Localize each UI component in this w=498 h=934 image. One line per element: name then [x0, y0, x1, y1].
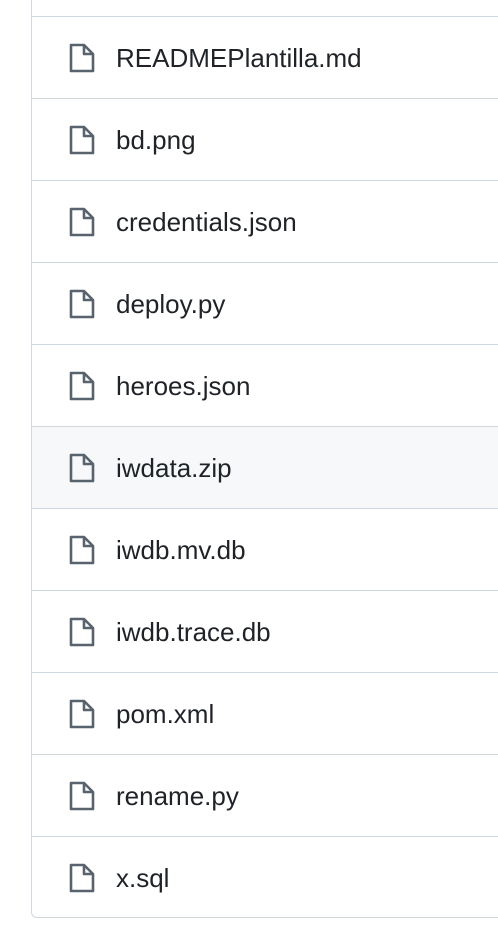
file-row[interactable]: pom.xml — [32, 673, 498, 755]
file-row[interactable]: x.sql — [32, 837, 498, 917]
file-list: READMEPlantilla.md bd.png credentials.js… — [31, 0, 498, 918]
file-icon — [69, 289, 95, 318]
file-icon — [69, 207, 95, 236]
file-icon — [69, 781, 95, 810]
file-icon — [69, 453, 95, 482]
file-row[interactable]: bd.png — [32, 99, 498, 181]
file-icon — [69, 617, 95, 646]
file-name[interactable]: READMEPlantilla.md — [116, 45, 362, 71]
file-name[interactable]: pom.xml — [116, 701, 214, 727]
file-row-hovered[interactable]: iwdata.zip — [32, 427, 498, 509]
file-row[interactable]: READMEPlantilla.md — [32, 17, 498, 99]
file-name[interactable]: iwdata.zip — [116, 455, 232, 481]
file-row[interactable]: heroes.json — [32, 345, 498, 427]
file-name[interactable]: iwdb.mv.db — [116, 537, 246, 563]
file-icon — [69, 43, 95, 72]
file-row[interactable]: iwdb.trace.db — [32, 591, 498, 673]
file-name[interactable]: x.sql — [116, 865, 169, 891]
file-icon — [69, 699, 95, 728]
file-row[interactable]: iwdb.mv.db — [32, 509, 498, 591]
file-name[interactable]: deploy.py — [116, 291, 225, 317]
file-icon — [69, 535, 95, 564]
previous-row-stub — [32, 0, 498, 17]
file-name[interactable]: credentials.json — [116, 209, 297, 235]
file-name[interactable]: heroes.json — [116, 373, 250, 399]
file-row[interactable]: rename.py — [32, 755, 498, 837]
file-name[interactable]: rename.py — [116, 783, 239, 809]
file-icon — [69, 125, 95, 154]
file-row[interactable]: credentials.json — [32, 181, 498, 263]
file-icon — [69, 371, 95, 400]
file-name[interactable]: bd.png — [116, 127, 196, 153]
file-name[interactable]: iwdb.trace.db — [116, 619, 271, 645]
file-row[interactable]: deploy.py — [32, 263, 498, 345]
file-icon — [69, 863, 95, 893]
